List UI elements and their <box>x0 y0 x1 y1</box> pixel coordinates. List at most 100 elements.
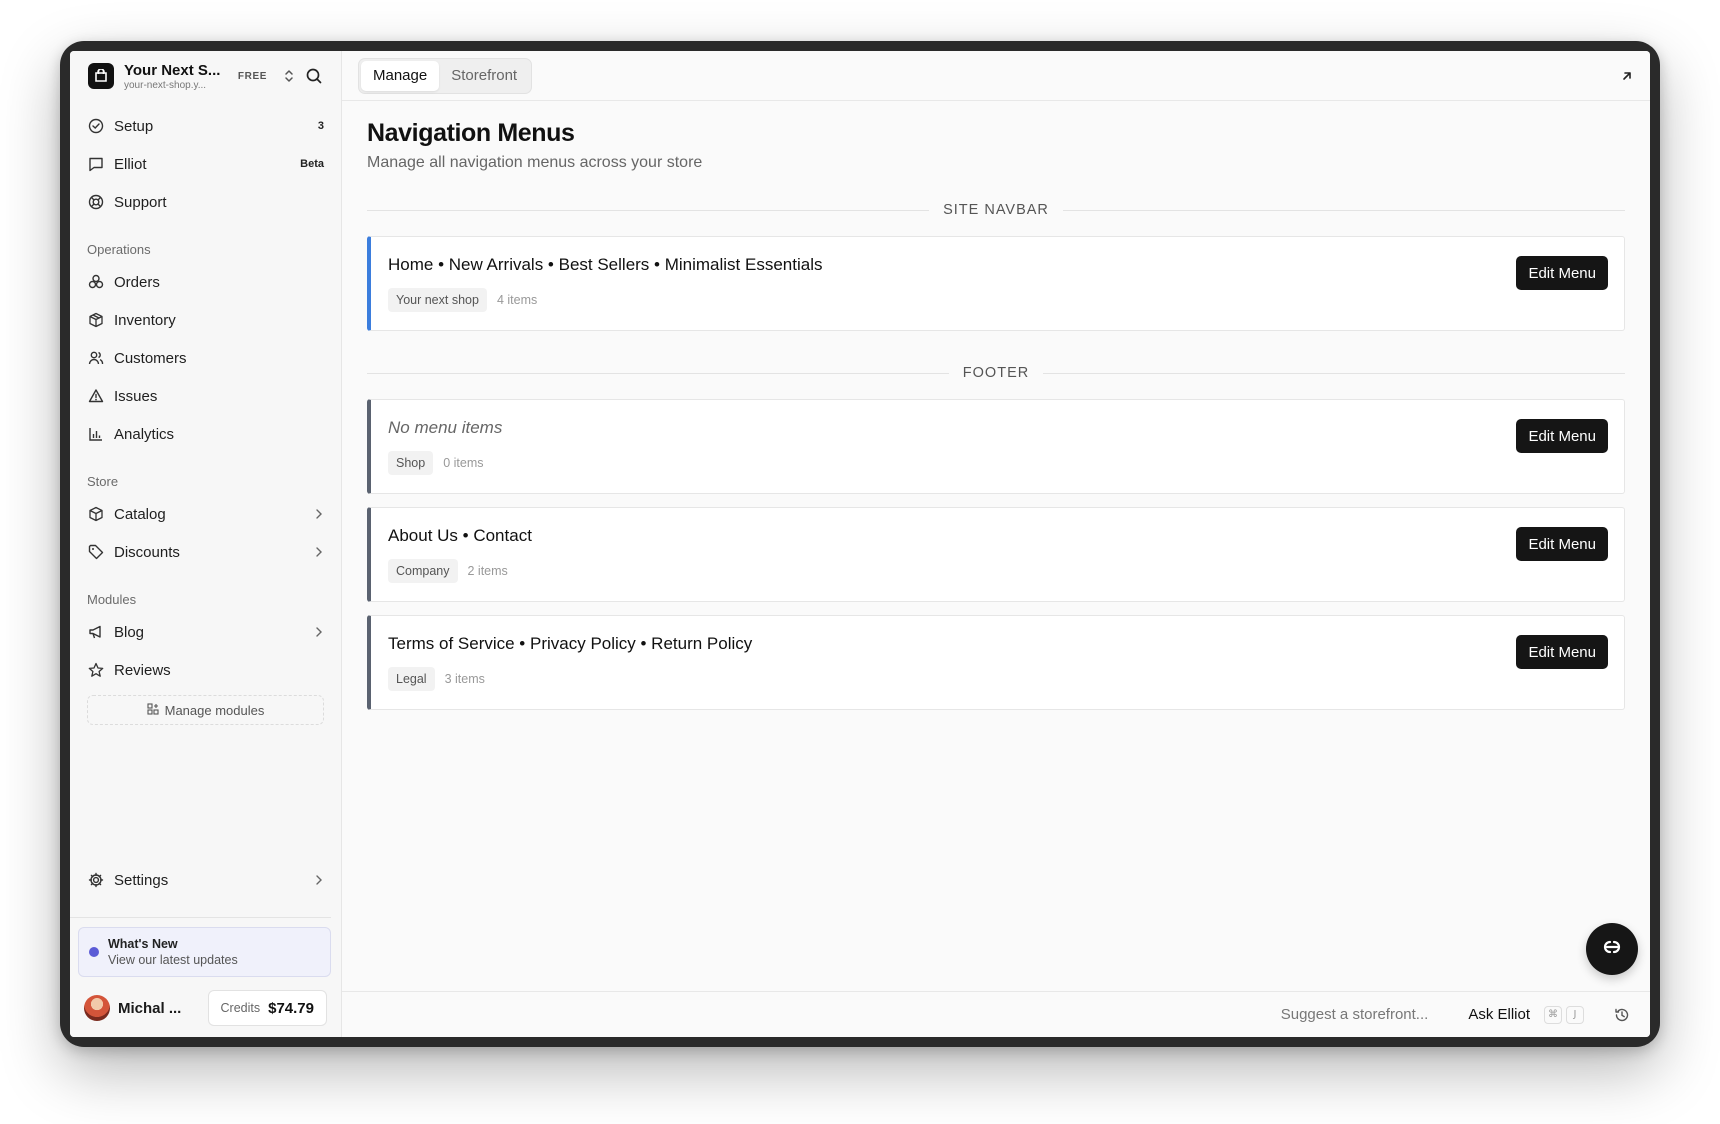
sidebar-item-issues[interactable]: Issues <box>70 377 341 415</box>
section-label-store: Store <box>87 473 119 489</box>
page-content: Navigation Menus Manage all navigation m… <box>342 101 1650 710</box>
sidebar-item-label: Orders <box>114 273 160 291</box>
plan-badge: FREE <box>237 70 267 82</box>
user-name[interactable]: Michal ... <box>118 1000 190 1017</box>
sidebar-item-settings[interactable]: Settings <box>70 861 341 899</box>
lifebuoy-icon <box>87 193 105 211</box>
sidebar-item-discounts[interactable]: Discounts <box>70 533 341 571</box>
grid-plus-icon <box>147 702 159 718</box>
chevron-right-icon <box>314 626 324 638</box>
shortcut-hint: ⌘ J <box>1544 1005 1584 1024</box>
view-tabs: Manage Storefront <box>358 57 533 94</box>
whats-new-card[interactable]: What's New View our latest updates <box>78 927 331 977</box>
tag-icon <box>87 543 105 561</box>
kbd-command: ⌘ <box>1544 1005 1562 1024</box>
menu-item-count: 4 items <box>496 293 538 307</box>
sidebar-item-label: Issues <box>114 387 158 405</box>
group-heading-footer: FOOTER <box>367 361 1626 385</box>
sidebar: Your Next S... your-next-shop.y... FREE … <box>70 51 342 1037</box>
menu-card-title: Home • New Arrivals • Best Sellers • Min… <box>388 255 823 274</box>
page-subtitle: Manage all navigation menus across your … <box>367 154 703 171</box>
sidebar-item-label: Analytics <box>114 425 175 443</box>
sidebar-item-label: Blog <box>114 623 145 641</box>
shop-name: Your Next S... <box>124 61 221 79</box>
sidebar-item-reviews[interactable]: Reviews <box>70 651 341 689</box>
page-title: Navigation Menus <box>367 119 575 147</box>
edit-menu-button[interactable]: Edit Menu <box>1516 419 1608 453</box>
menu-item-count: 3 items <box>444 672 485 686</box>
elliot-assistant-button[interactable] <box>1586 923 1638 975</box>
sidebar-item-elliot[interactable]: Elliot Beta <box>70 145 341 183</box>
menu-location-tag: Shop <box>388 451 434 475</box>
elliot-assistant-icon <box>1598 938 1626 961</box>
section-label-operations: Operations <box>87 241 151 257</box>
sidebar-item-label: Customers <box>114 349 187 367</box>
shop-url: your-next-shop.y... <box>124 79 207 91</box>
sidebar-item-orders[interactable]: Orders <box>70 263 341 301</box>
menu-card: Terms of Service • Privacy Policy • Retu… <box>367 615 1625 710</box>
sidebar-divider <box>70 917 331 918</box>
menu-location-tag: Legal <box>388 667 435 691</box>
divider-line <box>367 209 930 211</box>
credits-label: Credits <box>220 1001 261 1015</box>
group-heading-label: SITE NAVBAR <box>943 202 1049 218</box>
app-window: Your Next S... your-next-shop.y... FREE … <box>70 51 1650 1037</box>
kbd-j: J <box>1566 1005 1584 1024</box>
sidebar-item-catalog[interactable]: Catalog <box>70 495 341 533</box>
menu-item-count: 0 items <box>443 456 484 470</box>
bottom-bar: Suggest a storefront... Ask Elliot ⌘ J <box>342 991 1650 1037</box>
divider-line <box>1043 372 1626 374</box>
edit-menu-button[interactable]: Edit Menu <box>1516 635 1608 669</box>
divider-line <box>1062 209 1625 211</box>
menu-card-title: No menu items <box>388 418 503 437</box>
gear-icon <box>87 871 105 889</box>
chevron-up-down-icon[interactable] <box>283 68 295 84</box>
menu-location-tag: Company <box>388 559 458 583</box>
sidebar-item-setup[interactable]: Setup 3 <box>70 107 341 145</box>
whats-new-subtitle: View our latest updates <box>108 953 238 967</box>
avatar[interactable] <box>84 995 110 1021</box>
search-icon[interactable] <box>305 67 323 85</box>
divider-line <box>367 372 949 374</box>
menu-card-title: Terms of Service • Privacy Policy • Retu… <box>388 634 753 653</box>
tab-storefront[interactable]: Storefront <box>439 61 529 91</box>
check-circle-icon <box>87 117 105 135</box>
shop-identity: Your Next S... your-next-shop.y... <box>124 62 222 91</box>
credits-badge[interactable]: Credits $74.79 <box>207 990 327 1026</box>
section-label-modules: Modules <box>87 591 137 607</box>
sidebar-item-blog[interactable]: Blog <box>70 613 341 651</box>
ask-elliot-button[interactable]: Ask Elliot <box>1468 1006 1530 1023</box>
tab-manage[interactable]: Manage <box>361 60 440 91</box>
chevron-right-icon <box>314 874 324 886</box>
sidebar-item-label: Discounts <box>114 543 180 561</box>
suggest-input[interactable]: Suggest a storefront... <box>1281 1006 1429 1023</box>
sidebar-item-inventory[interactable]: Inventory <box>70 301 341 339</box>
package-icon <box>87 505 105 523</box>
megaphone-icon <box>87 623 105 641</box>
menu-card: About Us • Contact Company 2 items Edit … <box>367 507 1625 602</box>
manage-modules-button[interactable]: Manage modules <box>87 695 324 725</box>
sidebar-item-analytics[interactable]: Analytics <box>70 415 341 453</box>
history-icon[interactable] <box>1614 1007 1630 1023</box>
sidebar-item-customers[interactable]: Customers <box>70 339 341 377</box>
bar-chart-icon <box>87 425 105 443</box>
manage-modules-label: Manage modules <box>164 702 265 718</box>
edit-menu-button[interactable]: Edit Menu <box>1516 527 1608 561</box>
setup-count-badge: 3 <box>317 120 324 132</box>
credits-value: $74.79 <box>268 999 314 1017</box>
user-row: Michal ... Credits $74.79 <box>70 986 341 1030</box>
chevron-right-icon <box>314 508 324 520</box>
sidebar-item-label: Support <box>114 193 167 211</box>
menu-card-title: About Us • Contact <box>388 526 532 545</box>
users-icon <box>87 349 105 367</box>
sidebar-item-label: Reviews <box>114 661 171 679</box>
warning-triangle-icon <box>87 387 105 405</box>
beta-badge: Beta <box>300 158 324 170</box>
arrow-up-right-icon[interactable] <box>1620 69 1634 83</box>
chat-bubble-icon <box>87 155 105 173</box>
edit-menu-button[interactable]: Edit Menu <box>1516 256 1608 290</box>
sidebar-item-support[interactable]: Support <box>70 183 341 221</box>
menu-card: No menu items Shop 0 items Edit Menu <box>367 399 1625 494</box>
shop-switcher[interactable]: Your Next S... your-next-shop.y... FREE <box>70 51 341 101</box>
menu-card: Home • New Arrivals • Best Sellers • Min… <box>367 236 1625 331</box>
